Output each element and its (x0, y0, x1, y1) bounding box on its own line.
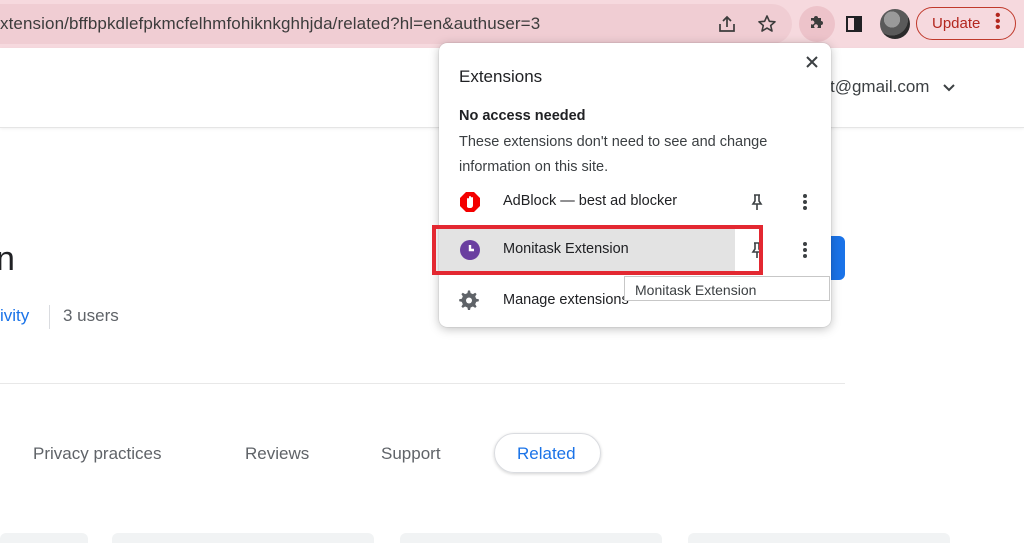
popup-title: Extensions (459, 67, 543, 86)
gear-icon (459, 290, 481, 312)
extension-name: AdBlock — best ad blocker (503, 193, 678, 209)
related-card[interactable] (0, 533, 88, 543)
tab-reviews[interactable]: Reviews (245, 444, 309, 464)
star-icon[interactable] (753, 10, 781, 38)
section-description: These extensions don't need to see and c… (459, 134, 768, 175)
update-button[interactable]: Update • • • (916, 7, 1016, 40)
category-link[interactable]: ivity (0, 306, 29, 326)
browser-toolbar: xtension/bffbpkdlefpkmcfelhmfohiknkghhjd… (0, 0, 1024, 48)
extensions-button[interactable] (799, 6, 835, 42)
pin-icon[interactable] (749, 193, 765, 216)
more-options-icon[interactable] (802, 240, 808, 265)
share-icon[interactable] (713, 10, 741, 38)
account-email[interactable]: t@gmail.com (830, 77, 929, 97)
tooltip-text: Monitask Extension (635, 282, 757, 298)
highlight-box (432, 225, 763, 275)
extension-row-adblock[interactable]: AdBlock — best ad blocker (439, 180, 831, 224)
avatar[interactable] (880, 9, 910, 39)
tooltip: Monitask Extension (624, 276, 830, 301)
tab-support[interactable]: Support (381, 444, 441, 464)
puzzle-icon (807, 12, 827, 37)
close-icon[interactable] (803, 53, 821, 71)
tab-privacy-practices[interactable]: Privacy practices (33, 444, 161, 464)
adblock-icon (459, 191, 481, 213)
section-divider (0, 383, 845, 384)
divider-vertical (49, 305, 50, 329)
more-options-icon[interactable] (802, 192, 808, 217)
related-card[interactable] (688, 533, 950, 543)
extension-title: n (0, 240, 15, 278)
side-panel-icon[interactable] (840, 10, 868, 38)
user-count: 3 users (63, 306, 119, 325)
section-heading: No access needed (459, 108, 586, 124)
update-label: Update (932, 15, 981, 32)
manage-extensions-label: Manage extensions (503, 292, 629, 308)
tab-related-label: Related (517, 444, 576, 463)
chevron-down-icon[interactable] (942, 80, 956, 99)
tab-related[interactable]: Related (494, 433, 601, 473)
related-card[interactable] (400, 533, 662, 543)
related-card[interactable] (112, 533, 374, 543)
url-text[interactable]: xtension/bffbpkdlefpkmcfelhmfohiknkghhjd… (0, 14, 540, 34)
kebab-icon: • • • (995, 7, 1001, 36)
